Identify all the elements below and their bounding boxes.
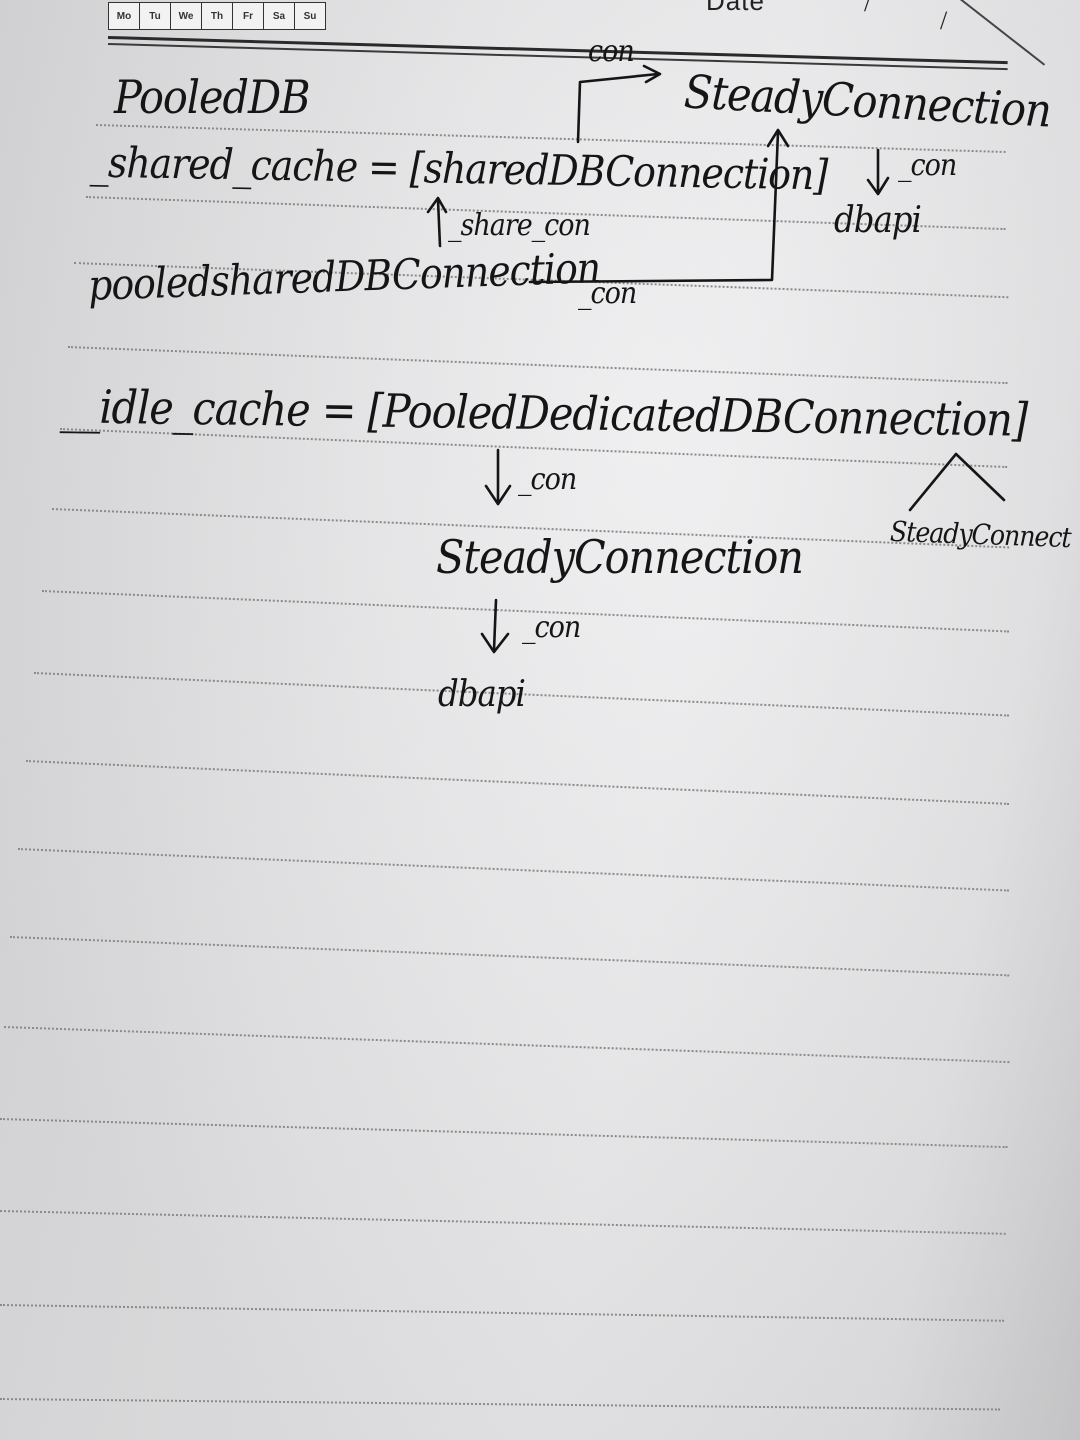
header-rule: [107, 36, 1008, 65]
steady-connection-bottom: SteadyConnection: [436, 530, 804, 584]
arrowhead: [484, 484, 512, 506]
title-pooleddb: PooledDB: [114, 70, 311, 124]
arrow-share-con: [436, 198, 442, 248]
weekday-boxes: Mo Tu We Th Fr Sa Su: [108, 2, 326, 30]
arrowhead: [642, 64, 662, 84]
weekday-box: Th: [202, 3, 233, 29]
notebook-rule: [17, 848, 1010, 892]
weekday-box: Tu: [140, 3, 171, 29]
notebook-rule: [0, 1398, 1000, 1411]
notebook-rule: [3, 1026, 1010, 1064]
arrow-con-top: [576, 72, 660, 144]
label-con-bottom: _con: [522, 610, 581, 645]
weekday-box: Fr: [233, 3, 264, 29]
weekday-box: We: [171, 3, 202, 29]
label-con-mid: _con: [578, 276, 637, 311]
arrowhead: [866, 176, 890, 196]
notebook-rule: [0, 1118, 1008, 1149]
date-separator: /: [864, 0, 872, 17]
shared-cache-line: _shared_cache = [sharedDBConnection]: [89, 137, 828, 200]
date-label: Date: [706, 0, 765, 16]
dbapi-top: dbapi: [834, 200, 922, 241]
date-separator: /: [940, 6, 948, 35]
label-con-idle: _con: [518, 462, 577, 497]
page-corner-line: [949, 0, 1046, 66]
notebook-rule: [67, 346, 1008, 385]
label-share-con: _share_con: [448, 208, 591, 243]
notebook-rule: [25, 760, 1010, 805]
header-rule: [107, 43, 1008, 70]
idle-cache-line: __idle_cache = [PooledDedicatedDBConnect…: [59, 379, 1028, 447]
dbapi-bottom: dbapi: [438, 674, 526, 715]
steady-connection-top: SteadyConnection: [682, 64, 1053, 138]
pooled-shared-connection: pooledsharedDBConnection: [87, 243, 601, 310]
notebook-rule: [0, 1210, 1006, 1235]
weekday-box: Sa: [264, 3, 295, 29]
arrow-con-bottom: [492, 598, 498, 652]
notebook-rule: [9, 936, 1010, 977]
label-con-top: con: [588, 34, 635, 69]
weekday-box: Su: [303, 10, 317, 22]
label-con-right: _con: [898, 148, 957, 183]
arrowhead: [480, 632, 510, 654]
weekday-box: Mo: [109, 3, 140, 29]
notebook-rule: [0, 1304, 1004, 1322]
steady-connect-side: SteadyConnect: [889, 514, 1072, 555]
